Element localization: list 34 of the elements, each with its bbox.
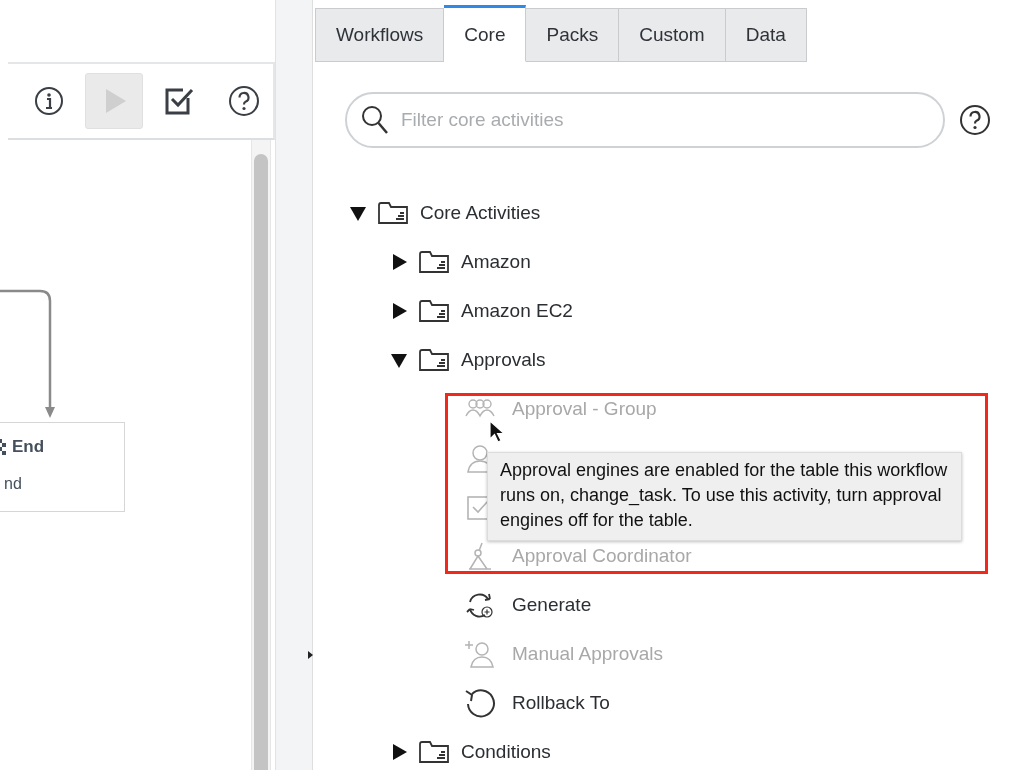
tree-item[interactable]: Approvals (461, 348, 546, 371)
folder-icon (419, 739, 449, 764)
activity-item[interactable]: Generate (512, 593, 592, 616)
tree-item[interactable]: Amazon EC2 (461, 299, 573, 322)
search-icon (361, 105, 389, 135)
folder-icon (419, 298, 449, 323)
tree-item[interactable]: Conditions (461, 740, 551, 763)
expanded-arrow-icon[interactable] (391, 351, 407, 368)
collapsed-arrow-icon[interactable] (391, 253, 407, 270)
tab[interactable]: Custom (619, 8, 726, 62)
expanded-arrow-icon[interactable] (350, 204, 366, 221)
scrollbar[interactable] (251, 140, 271, 770)
folder-icon (419, 347, 449, 372)
folder-icon (378, 200, 408, 225)
tab[interactable]: Packs (526, 8, 620, 62)
tree-item[interactable]: Amazon (461, 250, 531, 273)
flag-icon (0, 439, 6, 455)
tab[interactable]: Core (444, 5, 527, 62)
search-field[interactable]: Filter core activities (345, 92, 945, 148)
activity-item[interactable]: Rollback To (512, 691, 610, 714)
collapsed-arrow-icon[interactable] (391, 743, 407, 760)
tab[interactable]: Data (725, 8, 807, 62)
node-subtitle: nd (4, 475, 22, 493)
end-node[interactable]: End nd (0, 422, 125, 512)
tooltip: Approval engines are enabled for the table this workflow runs on, change_task. To use this activity, turn approval engines off for the table. (487, 452, 962, 541)
node-title: End (12, 437, 45, 457)
tree-item[interactable]: Core Activities (420, 201, 541, 224)
tab[interactable]: Workflows (315, 8, 445, 62)
mouse-pointer-icon (489, 420, 505, 444)
folder-icon (419, 249, 449, 274)
help-icon[interactable] (228, 85, 261, 117)
info-icon[interactable] (33, 86, 64, 116)
collapsed-arrow-icon[interactable] (391, 302, 407, 319)
help-icon[interactable] (959, 104, 991, 136)
